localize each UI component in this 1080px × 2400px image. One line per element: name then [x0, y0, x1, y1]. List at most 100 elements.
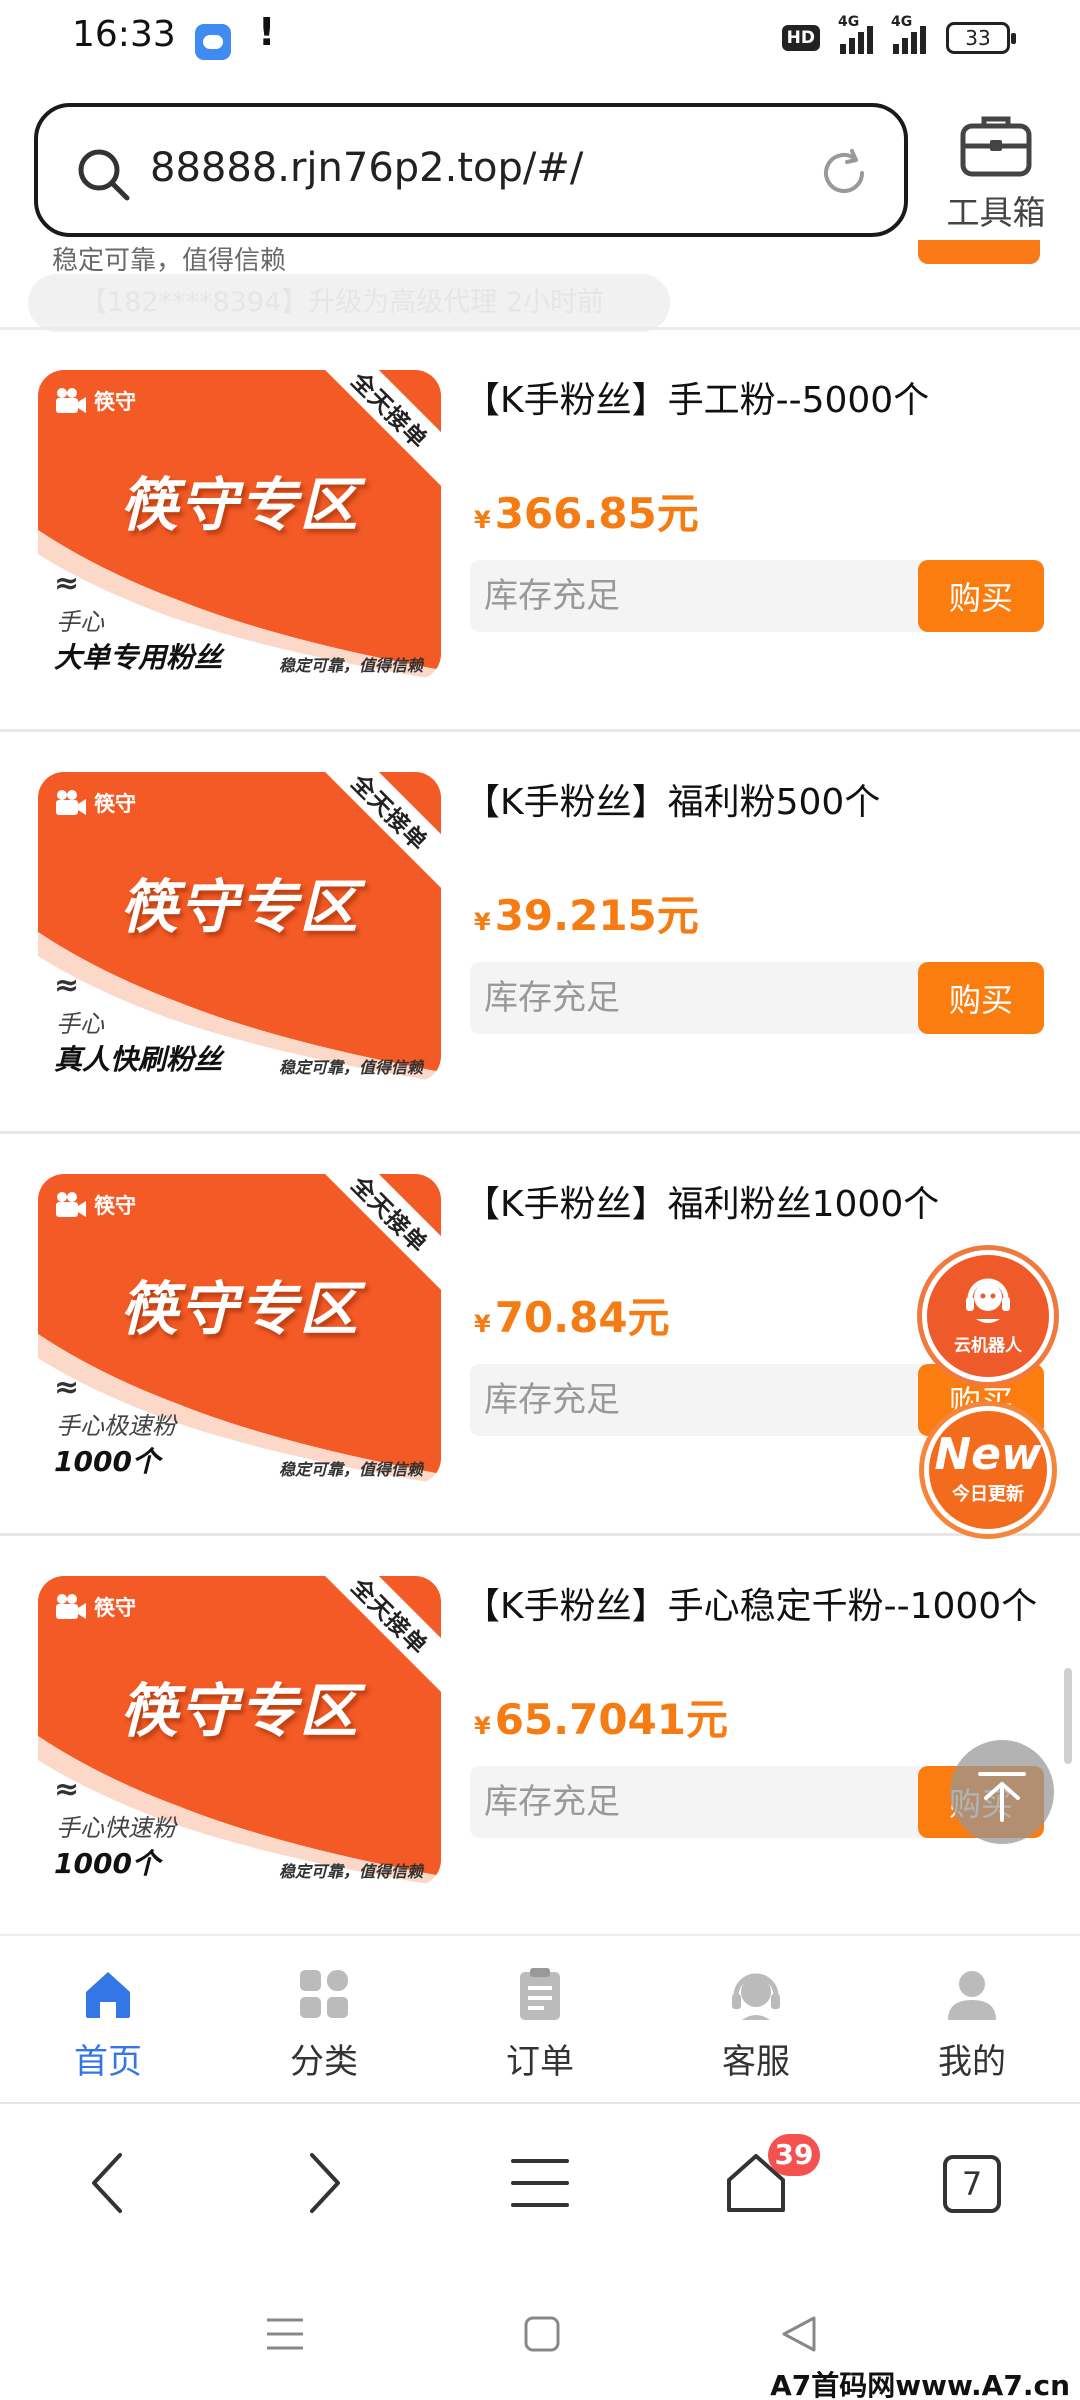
thumb-headline: 1000个	[54, 1847, 160, 1880]
new-sub-label: 今日更新	[952, 1484, 1024, 1505]
url-text[interactable]: 88888.rjn76p2.top/#/	[150, 145, 583, 191]
video-camera-icon	[56, 1192, 86, 1217]
thumb-brand-label: 筷守	[94, 1194, 136, 1218]
currency-symbol: ¥	[474, 908, 491, 936]
chevron-right-icon	[310, 2153, 340, 2213]
buy-button[interactable]: 购买	[918, 560, 1044, 632]
back-button[interactable]	[0, 2108, 216, 2258]
tab-home[interactable]: 首页	[0, 1936, 216, 2102]
watermark: A7首码网www.A7.cn	[770, 2369, 1070, 2400]
product-title[interactable]: 【K手粉丝】手心稳定千粉--1000个	[464, 1582, 1056, 1632]
product-card[interactable]: 筷守 全天接单 筷守专区 ≈ 手心 真人快刷粉丝 稳定可靠，值得信赖 【K手粉丝…	[0, 732, 1080, 1134]
search-icon	[78, 149, 130, 201]
thumb-title: 筷守专区	[119, 471, 360, 539]
thumb-brand: 筷守	[54, 788, 136, 818]
thumb-brand-label: 筷守	[94, 390, 136, 414]
reload-icon[interactable]	[814, 143, 874, 203]
price-value: 65.7041元	[494, 1695, 729, 1744]
wave-icon: ≈	[54, 1370, 80, 1405]
battery-icon: 33	[946, 22, 1016, 54]
address-bar[interactable]: 88888.rjn76p2.top/#/	[34, 103, 908, 237]
product-thumbnail[interactable]: 筷守 全天接单 筷守专区 ≈ 手心 大单专用粉丝 稳定可靠，值得信赖	[38, 370, 441, 680]
tab-label: 订单	[506, 2042, 574, 2082]
product-title[interactable]: 【K手粉丝】手工粉--5000个	[464, 376, 1056, 426]
signal-icon-2: 4G	[891, 14, 926, 54]
thumb-brand-label: 筷守	[94, 1596, 136, 1620]
forward-button[interactable]	[216, 2108, 432, 2258]
scrollbar-thumb[interactable]	[1064, 1668, 1072, 1764]
menu-button[interactable]	[432, 2108, 648, 2258]
price-value: 39.215元	[494, 891, 699, 940]
tab-orders[interactable]: 订单	[432, 1936, 648, 2102]
back-nav-icon[interactable]	[780, 2314, 818, 2354]
signal-icon: 4G	[838, 14, 873, 54]
back-to-top-button[interactable]	[950, 1740, 1054, 1844]
new-label: New	[934, 1429, 1042, 1480]
product-card[interactable]: 筷守 全天接单 筷守专区 ≈ 手心极速粉 1000个 稳定可靠，值得信赖 【K手…	[0, 1134, 1080, 1536]
thumb-subtitle: 手心极速粉	[56, 1412, 176, 1440]
thumb-subtitle: 手心	[56, 608, 104, 636]
home-badge: 39	[768, 2134, 820, 2176]
partial-slogan: 稳定可靠，值得信赖	[52, 246, 287, 276]
product-card[interactable]: 筷守 全天接单 筷守专区 ≈ 手心快速粉 1000个 稳定可靠，值得信赖 【K手…	[0, 1536, 1080, 1938]
tab-label: 首页	[74, 2042, 142, 2082]
product-price: ¥70.84元	[474, 1284, 670, 1345]
status-indicators: HD 4G 4G 33	[781, 14, 1016, 54]
thumb-subtitle: 手心快速粉	[56, 1814, 176, 1842]
recent-apps-icon[interactable]	[265, 2316, 305, 2352]
product-price: ¥366.85元	[474, 480, 699, 541]
daily-update-button[interactable]: New 今日更新	[924, 1406, 1052, 1534]
partial-buy-button[interactable]	[918, 240, 1040, 264]
thumb-title: 筷守专区	[119, 1275, 360, 1343]
menu-icon	[511, 2159, 569, 2207]
product-price: ¥65.7041元	[474, 1686, 728, 1747]
product-thumbnail[interactable]: 筷守 全天接单 筷守专区 ≈ 手心 真人快刷粉丝 稳定可靠，值得信赖	[38, 772, 441, 1082]
thumb-brand-label: 筷守	[94, 792, 136, 816]
home-nav-icon[interactable]	[524, 2316, 560, 2352]
video-camera-icon	[56, 790, 86, 815]
thumb-slogan: 稳定可靠，值得信赖	[278, 1460, 423, 1479]
buy-button[interactable]: 购买	[918, 962, 1044, 1034]
tab-profile[interactable]: 我的	[864, 1936, 1080, 2102]
product-title[interactable]: 【K手粉丝】福利粉500个	[464, 778, 1056, 828]
tab-label: 我的	[938, 2042, 1006, 2082]
alert-icon: !	[258, 10, 276, 54]
thumb-headline: 大单专用粉丝	[54, 641, 223, 674]
product-thumbnail[interactable]: 筷守 全天接单 筷守专区 ≈ 手心极速粉 1000个 稳定可靠，值得信赖	[38, 1174, 441, 1484]
thumb-headline: 1000个	[54, 1445, 160, 1478]
currency-symbol: ¥	[474, 1310, 491, 1338]
thumb-headline: 真人快刷粉丝	[54, 1043, 223, 1076]
thumb-title: 筷守专区	[119, 1677, 360, 1745]
thumb-slogan: 稳定可靠，值得信赖	[278, 1058, 423, 1077]
thumb-brand: 筷守	[54, 386, 136, 416]
toolbox-button[interactable]: 工具箱	[934, 112, 1058, 234]
tab-support[interactable]: 客服	[648, 1936, 864, 2102]
toolbox-icon	[960, 116, 1032, 177]
tab-category[interactable]: 分类	[216, 1936, 432, 2102]
notification-ticker: 【182****8394】升级为高级代理 2小时前	[28, 274, 670, 332]
video-camera-icon	[56, 1594, 86, 1619]
category-icon	[300, 1970, 348, 2018]
home-icon	[86, 1972, 130, 2018]
robot-support-button[interactable]: 云机器人	[922, 1250, 1054, 1382]
product-thumbnail[interactable]: 筷守 全天接单 筷守专区 ≈ 手心快速粉 1000个 稳定可靠，值得信赖	[38, 1576, 441, 1886]
tab-label: 客服	[722, 2042, 790, 2082]
bottom-tab-bar: 首页 分类 订单 客服 我的	[0, 1934, 1080, 2104]
thumb-subtitle: 手心	[56, 1010, 104, 1038]
wave-icon: ≈	[54, 566, 80, 601]
arrow-up-icon	[978, 1772, 1026, 1822]
robot-label: 云机器人	[954, 1336, 1022, 1356]
product-price: ¥39.215元	[474, 882, 699, 943]
browser-nav-bar	[0, 2108, 1080, 2258]
cloud-app-icon	[195, 24, 231, 60]
tabs-count[interactable]: 7	[943, 2155, 1001, 2213]
thumb-title: 筷守专区	[119, 873, 360, 941]
browser-home-button[interactable]	[648, 2108, 864, 2258]
thumb-brand: 筷守	[54, 1592, 136, 1622]
thumb-slogan: 稳定可靠，值得信赖	[278, 1862, 423, 1881]
product-title[interactable]: 【K手粉丝】福利粉丝1000个	[464, 1180, 1056, 1230]
toolbox-label: 工具箱	[946, 193, 1046, 232]
product-card[interactable]: 筷守 全天接单 筷守专区 ≈ 手心 大单专用粉丝 稳定可靠，值得信赖 【K手粉丝…	[0, 330, 1080, 732]
thumb-slogan: 稳定可靠，值得信赖	[278, 656, 423, 675]
order-icon	[520, 1968, 560, 2020]
